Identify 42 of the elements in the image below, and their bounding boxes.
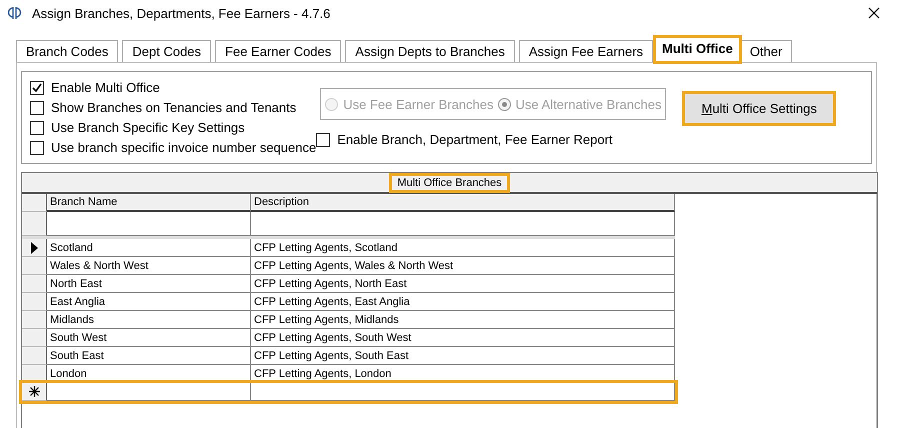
multi-office-settings-button[interactable]: Multi Office Settings	[684, 93, 834, 124]
option-checkbox[interactable]: Use Branch Specific Key Settings	[30, 118, 316, 137]
current-row-icon	[30, 242, 38, 254]
table-cell: East Anglia	[47, 293, 251, 311]
tab[interactable]: Multi Office	[655, 37, 740, 62]
checkmark-icon	[32, 82, 42, 92]
tab[interactable]: Other	[740, 40, 792, 62]
table-cell: CFP Letting Agents, South East	[251, 347, 675, 365]
table-cell: CFP Letting Agents, Midlands	[251, 311, 675, 329]
filter-cell[interactable]	[251, 212, 675, 236]
tab[interactable]: Dept Codes	[122, 40, 212, 62]
table-cell: CFP Letting Agents, North East	[251, 275, 675, 293]
table-cell: South East	[47, 347, 251, 365]
radio-dot-icon	[502, 102, 506, 106]
grid-caption: Multi Office Branches	[392, 176, 507, 190]
row-header[interactable]	[22, 239, 47, 257]
table-cell: Scotland	[47, 239, 251, 257]
table-cell: CFP Letting Agents, Scotland	[251, 239, 675, 257]
row-header	[22, 212, 47, 236]
new-row-icon	[28, 386, 40, 397]
table-cell: CFP Letting Agents, East Anglia	[251, 293, 675, 311]
tab[interactable]: Assign Fee Earners	[518, 40, 654, 62]
option-checkbox[interactable]: Show Branches on Tenancies and Tenants	[30, 98, 316, 117]
table-cell: Midlands	[47, 311, 251, 329]
close-icon	[868, 7, 880, 19]
table-cell: South West	[47, 329, 251, 347]
new-row[interactable]	[22, 383, 675, 401]
tab[interactable]: Branch Codes	[16, 40, 118, 62]
table-cell: CFP Letting Agents, South West	[251, 329, 675, 347]
table-cell: Wales & North West	[47, 257, 251, 275]
option-checkbox[interactable]: Use branch specific invoice number sequence	[30, 138, 316, 157]
tab[interactable]: Assign Depts to Branches	[345, 40, 515, 62]
column-header[interactable]: Branch Name	[47, 194, 251, 212]
option-checkbox[interactable]: Enable Multi Office	[30, 78, 316, 97]
table-cell: North East	[47, 275, 251, 293]
window-title: Assign Branches, Departments, Fee Earners - 4.7.6	[32, 6, 332, 20]
column-header[interactable]: Description	[251, 194, 675, 212]
report-checkbox[interactable]: Enable Branch, Department, Fee Earner Report	[316, 130, 666, 149]
table-cell: CFP Letting Agents, Wales & North West	[251, 257, 675, 275]
app-logo-icon	[8, 6, 24, 20]
tab[interactable]: Fee Earner Codes	[215, 40, 342, 62]
filter-cell[interactable]	[47, 212, 251, 236]
